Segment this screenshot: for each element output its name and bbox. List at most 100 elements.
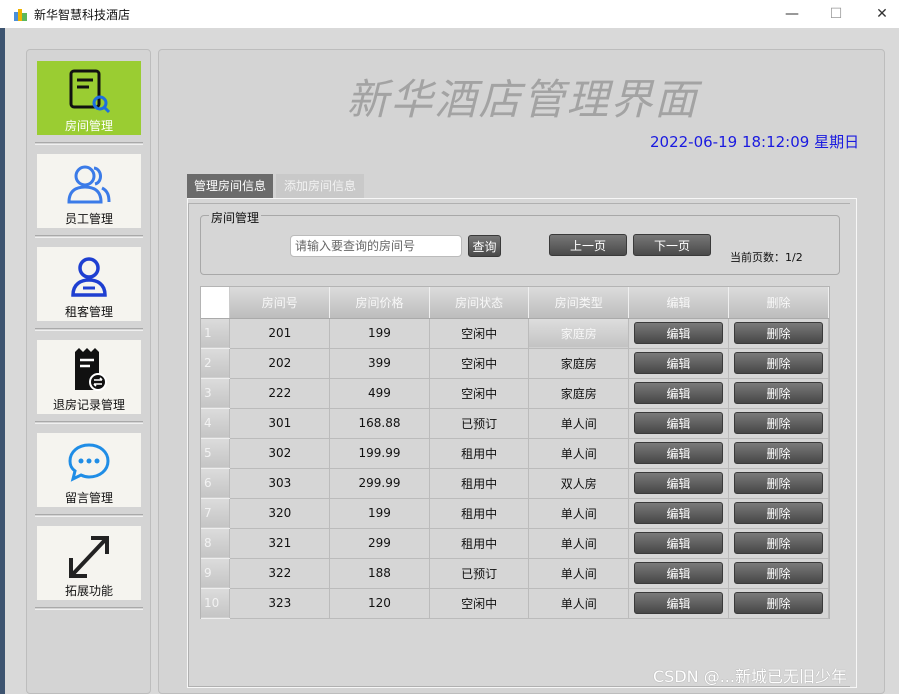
type-cell[interactable]: 单人间 xyxy=(528,498,630,529)
room-number-cell[interactable]: 303 xyxy=(229,468,331,499)
close-button[interactable]: ✕ xyxy=(872,4,892,24)
price-cell[interactable]: 299.99 xyxy=(329,468,430,499)
delete-button[interactable]: 删除 xyxy=(734,532,823,554)
room-number-cell[interactable]: 321 xyxy=(229,528,331,559)
price-cell[interactable]: 199 xyxy=(329,498,430,529)
table-row[interactable]: 7 320 199 租用中 单人间 编辑 删除 xyxy=(201,498,829,529)
sidebar-item-extensions[interactable]: 拓展功能 xyxy=(37,526,141,600)
delete-button[interactable]: 删除 xyxy=(734,472,823,494)
delete-button[interactable]: 删除 xyxy=(734,322,823,344)
edit-button[interactable]: 编辑 xyxy=(634,562,724,584)
delete-button[interactable]: 删除 xyxy=(734,562,823,584)
sidebar-item-staff-management[interactable]: 员工管理 xyxy=(37,154,141,228)
sidebar-item-message-management[interactable]: 留言管理 xyxy=(37,433,141,507)
edit-button[interactable]: 编辑 xyxy=(634,442,724,464)
delete-button[interactable]: 删除 xyxy=(734,412,823,434)
price-cell[interactable]: 188 xyxy=(329,558,430,589)
edit-button[interactable]: 编辑 xyxy=(634,352,724,374)
status-cell[interactable]: 空闲中 xyxy=(429,348,530,379)
type-cell[interactable]: 单人间 xyxy=(528,558,630,589)
row-number-cell[interactable]: 4 xyxy=(201,408,231,439)
sidebar-item-checkout-records[interactable]: 退房记录管理 xyxy=(37,340,141,414)
column-header-room-number[interactable]: 房间号 xyxy=(229,287,331,319)
type-cell[interactable]: 双人房 xyxy=(528,468,630,499)
table-row[interactable]: 9 322 188 已预订 单人间 编辑 删除 xyxy=(201,558,829,589)
sidebar-item-room-management[interactable]: 房间管理 xyxy=(37,61,141,135)
tab-manage-rooms[interactable]: 管理房间信息 xyxy=(187,174,273,198)
type-cell[interactable]: 单人间 xyxy=(528,528,630,559)
row-number-cell[interactable]: 9 xyxy=(201,558,231,589)
delete-button[interactable]: 删除 xyxy=(734,502,823,524)
type-cell[interactable]: 家庭房 xyxy=(528,348,630,379)
column-header-price[interactable]: 房间价格 xyxy=(329,287,430,319)
room-number-cell[interactable]: 322 xyxy=(229,558,331,589)
row-number-cell[interactable]: 1 xyxy=(201,318,231,349)
sidebar-item-tenant-management[interactable]: 租客管理 xyxy=(37,247,141,321)
edit-button[interactable]: 编辑 xyxy=(634,472,724,494)
room-number-cell[interactable]: 222 xyxy=(229,378,331,409)
row-number-cell[interactable]: 8 xyxy=(201,528,231,559)
status-cell[interactable]: 已预订 xyxy=(429,408,530,439)
table-row[interactable]: 6 303 299.99 租用中 双人房 编辑 删除 xyxy=(201,468,829,499)
type-cell[interactable]: 家庭房 xyxy=(528,378,630,409)
status-cell[interactable]: 租用中 xyxy=(429,468,530,499)
price-cell[interactable]: 499 xyxy=(329,378,430,409)
delete-button[interactable]: 删除 xyxy=(734,352,823,374)
delete-button[interactable]: 删除 xyxy=(734,382,823,404)
price-cell[interactable]: 168.88 xyxy=(329,408,430,439)
type-cell[interactable]: 家庭房 xyxy=(528,318,630,349)
status-cell[interactable]: 租用中 xyxy=(429,528,530,559)
room-search-input[interactable] xyxy=(290,235,462,257)
room-number-cell[interactable]: 320 xyxy=(229,498,331,529)
row-number-cell[interactable]: 5 xyxy=(201,438,231,469)
minimize-button[interactable]: — xyxy=(782,4,802,24)
edit-button[interactable]: 编辑 xyxy=(634,592,724,614)
edit-button[interactable]: 编辑 xyxy=(634,382,724,404)
next-page-button[interactable]: 下一页 xyxy=(633,234,711,256)
column-header-status[interactable]: 房间状态 xyxy=(429,287,530,319)
status-cell[interactable]: 空闲中 xyxy=(429,378,530,409)
table-row[interactable]: 2 202 399 空闲中 家庭房 编辑 删除 xyxy=(201,348,829,379)
row-number-cell[interactable]: 2 xyxy=(201,348,231,379)
status-cell[interactable]: 租用中 xyxy=(429,498,530,529)
price-cell[interactable]: 299 xyxy=(329,528,430,559)
status-cell[interactable]: 空闲中 xyxy=(429,318,530,349)
prev-page-button[interactable]: 上一页 xyxy=(549,234,627,256)
row-number-cell[interactable]: 7 xyxy=(201,498,231,529)
table-row[interactable]: 4 301 168.88 已预订 单人间 编辑 删除 xyxy=(201,408,829,439)
column-header-delete[interactable]: 删除 xyxy=(728,287,829,319)
price-cell[interactable]: 399 xyxy=(329,348,430,379)
edit-button[interactable]: 编辑 xyxy=(634,532,724,554)
column-header-type[interactable]: 房间类型 xyxy=(528,287,630,319)
edit-button[interactable]: 编辑 xyxy=(634,322,724,344)
price-cell[interactable]: 120 xyxy=(329,588,430,619)
table-row[interactable]: 10 323 120 空闲中 单人间 编辑 删除 xyxy=(201,588,829,619)
room-number-cell[interactable]: 202 xyxy=(229,348,331,379)
room-number-cell[interactable]: 302 xyxy=(229,438,331,469)
maximize-button[interactable]: ☐ xyxy=(826,4,846,24)
price-cell[interactable]: 199.99 xyxy=(329,438,430,469)
delete-button[interactable]: 删除 xyxy=(734,592,823,614)
status-cell[interactable]: 租用中 xyxy=(429,438,530,469)
type-cell[interactable]: 单人间 xyxy=(528,408,630,439)
room-number-cell[interactable]: 201 xyxy=(229,318,331,349)
room-number-cell[interactable]: 323 xyxy=(229,588,331,619)
row-number-cell[interactable]: 3 xyxy=(201,378,231,409)
table-row[interactable]: 5 302 199.99 租用中 单人间 编辑 删除 xyxy=(201,438,829,469)
type-cell[interactable]: 单人间 xyxy=(528,588,630,619)
delete-button[interactable]: 删除 xyxy=(734,442,823,464)
column-header-edit[interactable]: 编辑 xyxy=(628,287,730,319)
status-cell[interactable]: 已预订 xyxy=(429,558,530,589)
room-number-cell[interactable]: 301 xyxy=(229,408,331,439)
edit-button[interactable]: 编辑 xyxy=(634,502,724,524)
row-number-cell[interactable]: 10 xyxy=(201,588,231,619)
table-row[interactable]: 8 321 299 租用中 单人间 编辑 删除 xyxy=(201,528,829,559)
query-button[interactable]: 查询 xyxy=(468,235,501,257)
status-cell[interactable]: 空闲中 xyxy=(429,588,530,619)
price-cell[interactable]: 199 xyxy=(329,318,430,349)
tab-add-room[interactable]: 添加房间信息 xyxy=(276,174,364,198)
row-number-cell[interactable]: 6 xyxy=(201,468,231,499)
edit-button[interactable]: 编辑 xyxy=(634,412,724,434)
table-row[interactable]: 3 222 499 空闲中 家庭房 编辑 删除 xyxy=(201,378,829,409)
table-row[interactable]: 1 201 199 空闲中 家庭房 编辑 删除 xyxy=(201,318,829,349)
